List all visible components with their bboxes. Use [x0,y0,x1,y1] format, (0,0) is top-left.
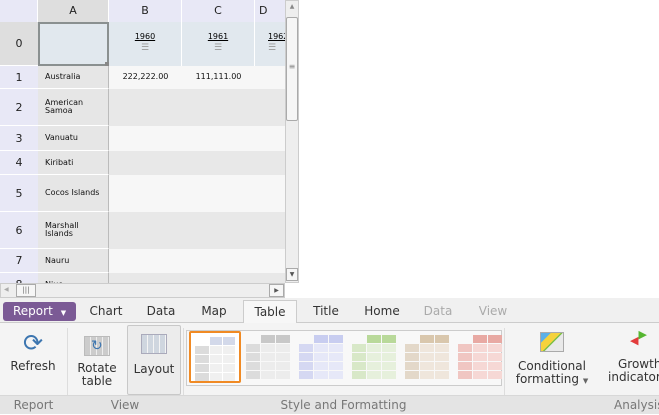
scroll-right-icon[interactable]: ▶ [269,284,284,297]
data-cell[interactable]: 222,222.00 [109,72,182,81]
group-label-analysis: Analysis [504,395,659,414]
spreadsheet-grid: A B C D 0 1960☰ 1961☰ 1962☰ 1 Australia … [0,0,285,283]
rotate-table-icon: ↻ [84,336,110,356]
filter-icon[interactable]: ☰ [182,43,254,53]
year-link[interactable]: 1962 [268,32,285,41]
table-style-preview-icon [195,337,235,381]
tab-data-disabled: Data [423,304,453,318]
table-style-option[interactable] [401,331,453,383]
filter-icon[interactable]: ☰ [268,43,285,53]
row-label[interactable]: Australia [38,66,109,89]
tab-data[interactable]: Data [137,300,185,323]
filter-icon[interactable]: ☰ [109,43,181,53]
tab-table[interactable]: Table [243,300,297,325]
row-header[interactable]: 4 [0,151,38,175]
vertical-scrollbar[interactable]: ▲ ≡ ▼ [285,0,299,283]
column-header-b[interactable]: B [109,0,182,22]
row-header-0[interactable]: 0 [0,22,38,66]
row-label[interactable]: Cocos Islands [38,175,109,212]
rotate-table-button[interactable]: ↻ Rotate table [70,330,124,388]
growth-indicator-icon: ◀▶ [630,328,647,347]
year-link[interactable]: 1961 [208,32,228,41]
layout-icon [141,334,167,354]
row-label[interactable]: Vanuatu [38,126,109,151]
row-label[interactable]: American Samoa [38,89,109,126]
group-label-style: Style and Formatting [183,395,504,414]
tab-chart[interactable]: Chart [80,300,132,323]
data-row [109,89,285,126]
year-header[interactable]: 1961 ☰ [182,22,255,66]
tab-map[interactable]: Map [190,300,238,323]
growth-label: indicator [608,370,659,384]
conditional-label: formatting [515,372,580,386]
row-header[interactable]: 8 [0,273,38,283]
data-row [109,212,285,249]
tab-home[interactable]: Home [357,300,407,323]
tab-view-disabled: View [478,304,508,318]
tab-title[interactable]: Title [300,300,352,323]
group-label-report: Report [0,395,67,414]
table-style-option[interactable] [189,331,241,383]
data-row [109,273,285,283]
refresh-icon: ⟳ [22,329,44,357]
table-style-option[interactable] [242,331,294,383]
row-header[interactable]: 5 [0,175,38,212]
scroll-left-icon[interactable]: ◀ [4,286,9,293]
row-label[interactable]: Niue [38,273,109,283]
dropdown-arrow-icon: ▼ [582,377,589,385]
year-link[interactable]: 1960 [135,32,155,41]
year-header[interactable]: 1962 ☰ [255,22,285,66]
group-label-view: View [67,395,183,414]
horizontal-scrollbar[interactable]: ◀ ||| ▶ [0,283,285,298]
layout-label: Layout [133,362,175,376]
selected-cell[interactable] [38,22,109,66]
layout-button[interactable]: Layout [127,325,181,395]
table-style-preview-icon [352,335,396,379]
refresh-button[interactable]: ⟳ Refresh [4,330,62,380]
row-label[interactable]: Marshall Islands [38,212,109,249]
table-style-preview-icon [458,335,502,379]
report-menu-button[interactable]: Report ▼ [3,302,76,321]
dropdown-arrow-icon: ▼ [60,309,67,317]
rotate-label: table [81,374,113,388]
row-label[interactable]: Nauru [38,249,109,273]
data-row [109,249,285,273]
row-header[interactable]: 3 [0,126,38,151]
conditional-formatting-icon [540,332,564,352]
table-style-preview-icon [246,335,290,379]
column-header-c[interactable]: C [182,0,255,22]
data-row [109,126,285,151]
column-header-a[interactable]: A [38,0,109,22]
vertical-scroll-thumb[interactable]: ≡ [286,17,298,121]
row-header[interactable]: 7 [0,249,38,273]
data-cell[interactable]: 111,111.00 [182,72,255,81]
corner-cell[interactable] [0,0,38,22]
table-style-preview-icon [299,335,343,379]
refresh-label: Refresh [10,359,56,373]
year-header[interactable]: 1960 ☰ [109,22,182,66]
scroll-down-icon[interactable]: ▼ [286,268,298,281]
scroll-up-icon[interactable]: ▲ [287,3,297,15]
row-label[interactable]: Kiribati [38,151,109,175]
column-header-d[interactable]: D [255,0,285,22]
table-style-option[interactable] [454,331,506,383]
table-style-option[interactable] [348,331,400,383]
row-header[interactable]: 1 [0,66,38,89]
conditional-formatting-button[interactable]: Conditional formatting ▼ [512,330,592,388]
data-row [109,175,285,212]
report-label: Report [13,304,53,318]
table-style-preview-icon [405,335,449,379]
data-row [109,151,285,175]
row-header[interactable]: 6 [0,212,38,249]
growth-indicator-button[interactable]: ◀▶ Growth indicator [604,328,659,388]
row-header[interactable]: 2 [0,89,38,126]
horizontal-scroll-thumb[interactable]: ||| [16,284,36,297]
table-style-option[interactable] [295,331,347,383]
